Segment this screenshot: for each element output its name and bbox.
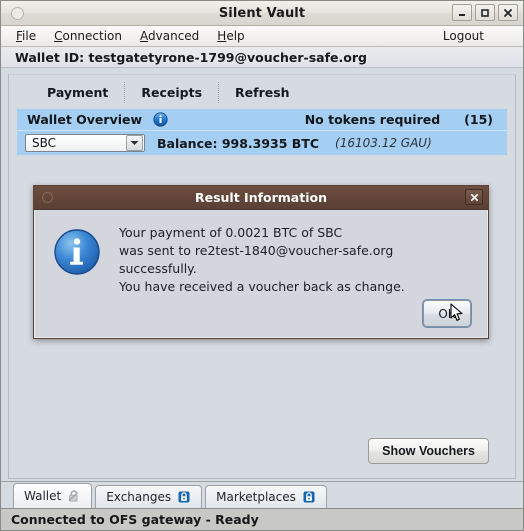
tokens-status: No tokens required bbox=[304, 112, 441, 127]
menu-help[interactable]: Help bbox=[208, 28, 253, 44]
overview-balance-row: SBC Balance: 998.3935 BTC (16103.12 GAU) bbox=[17, 131, 507, 155]
currency-selected-value: SBC bbox=[32, 136, 57, 150]
tab-wallet[interactable]: Wallet bbox=[13, 483, 93, 508]
dialog-message-line: Your payment of 0.0021 BTC of SBC bbox=[119, 225, 343, 240]
menu-advanced[interactable]: Advanced bbox=[131, 28, 208, 44]
dialog-menu-icon[interactable] bbox=[42, 192, 53, 203]
menu-connection[interactable]: Connection bbox=[45, 28, 131, 44]
menu-logout[interactable]: Logout bbox=[434, 28, 493, 44]
tab-exchanges-label: Exchanges bbox=[106, 490, 172, 504]
wallet-overview: Wallet Overview No tokens required (15) … bbox=[17, 109, 507, 155]
show-vouchers-button[interactable]: Show Vouchers bbox=[368, 438, 489, 464]
close-button[interactable] bbox=[498, 4, 518, 21]
lock-icon bbox=[302, 490, 316, 504]
wallet-id-text: Wallet ID: testgatetyrone-1799@voucher-s… bbox=[15, 49, 367, 65]
result-information-dialog: Result Information Your payment of 0.002… bbox=[33, 185, 489, 339]
window-titlebar: Silent Vault bbox=[1, 1, 523, 26]
dialog-close-icon[interactable] bbox=[465, 189, 483, 205]
dialog-body: Your payment of 0.0021 BTC of SBC was se… bbox=[34, 210, 488, 338]
bottom-tabstrip: Wallet Exchanges Marketplaces bbox=[1, 481, 523, 508]
dialog-title: Result Information bbox=[194, 190, 327, 205]
lock-icon bbox=[177, 490, 191, 504]
dialog-message: Your payment of 0.0021 BTC of SBC was se… bbox=[119, 224, 473, 337]
action-refresh[interactable]: Refresh bbox=[219, 85, 306, 100]
info-icon[interactable] bbox=[153, 112, 168, 127]
window-title: Silent Vault bbox=[218, 5, 306, 21]
overview-title: Wallet Overview bbox=[27, 112, 143, 127]
action-row: Payment Receipts Refresh bbox=[9, 75, 515, 109]
dialog-message-line: You have received a voucher back as chan… bbox=[119, 279, 405, 294]
balance-alt-amount: (16103.12 GAU) bbox=[335, 136, 432, 150]
token-count: (15) bbox=[464, 112, 493, 127]
action-receipts[interactable]: Receipts bbox=[125, 85, 218, 100]
tab-wallet-label: Wallet bbox=[24, 489, 62, 503]
status-text: Connected to OFS gateway - Ready bbox=[11, 512, 259, 527]
unlocked-icon bbox=[67, 489, 81, 503]
menu-file[interactable]: File bbox=[7, 28, 45, 44]
chevron-down-icon[interactable] bbox=[126, 135, 143, 151]
window-menu-icon[interactable] bbox=[11, 6, 24, 20]
tab-exchanges[interactable]: Exchanges bbox=[95, 485, 203, 508]
tab-marketplaces[interactable]: Marketplaces bbox=[205, 485, 327, 508]
dialog-footer: OK bbox=[423, 300, 471, 327]
tab-marketplaces-label: Marketplaces bbox=[216, 490, 296, 504]
menubar: File Connection Advanced Help Logout bbox=[1, 26, 523, 47]
overview-header-row: Wallet Overview No tokens required (15) bbox=[17, 109, 507, 131]
window-controls bbox=[452, 4, 518, 21]
wallet-id-bar: Wallet ID: testgatetyrone-1799@voucher-s… bbox=[1, 47, 523, 68]
statusbar: Connected to OFS gateway - Ready bbox=[1, 508, 523, 530]
currency-select[interactable]: SBC bbox=[25, 134, 145, 152]
dialog-message-line: was sent to re2test-1840@voucher-safe.or… bbox=[119, 243, 394, 276]
info-icon bbox=[53, 228, 101, 276]
action-payment[interactable]: Payment bbox=[31, 85, 124, 100]
dialog-titlebar: Result Information bbox=[34, 186, 488, 210]
ok-button[interactable]: OK bbox=[423, 300, 471, 327]
balance-amount: Balance: 998.3935 BTC bbox=[157, 135, 320, 151]
silent-vault-window: Silent Vault File Connection Advanced He… bbox=[0, 0, 524, 531]
minimize-button[interactable] bbox=[452, 4, 472, 21]
maximize-button[interactable] bbox=[475, 4, 495, 21]
